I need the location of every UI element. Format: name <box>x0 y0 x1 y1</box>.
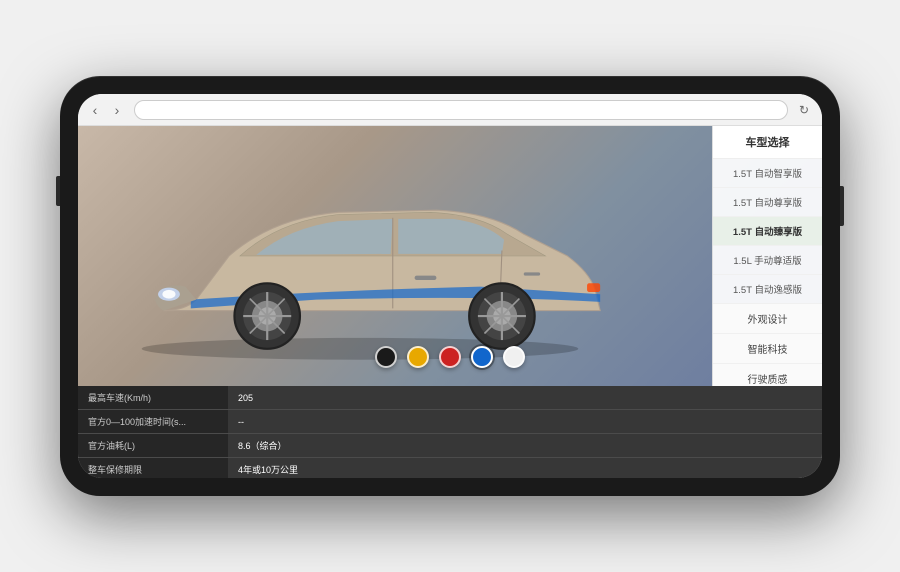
color-blue[interactable] <box>471 346 493 368</box>
browser-nav: ‹ › <box>86 101 126 119</box>
color-white[interactable] <box>503 346 525 368</box>
model-item-2[interactable]: 1.5T 自动臻享版 <box>713 217 822 246</box>
spec-value-1: -- <box>228 412 822 432</box>
spec-row-3: 整车保修期限 4年或10万公里 <box>78 458 822 478</box>
content-area: 车型选择 1.5T 自动智享版 1.5T 自动尊享版 1.5T 自动臻享版 1.… <box>78 126 822 478</box>
refresh-button[interactable]: ↻ <box>794 100 814 120</box>
color-swatches <box>375 346 525 368</box>
model-item-4[interactable]: 1.5T 自动逸感版 <box>713 275 822 304</box>
color-red[interactable] <box>439 346 461 368</box>
browser-chrome: ‹ › ↻ <box>78 94 822 126</box>
specs-area: 最高车速(Km/h) 205 官方0—100加速时间(s... -- 官方油耗(… <box>78 386 822 478</box>
spec-value-0: 205 <box>228 388 822 408</box>
model-selector-panel: 车型选择 1.5T 自动智享版 1.5T 自动尊享版 1.5T 自动臻享版 1.… <box>712 126 822 386</box>
phone-wrapper: ‹ › ↻ <box>60 26 840 546</box>
color-black[interactable] <box>375 346 397 368</box>
forward-button[interactable]: › <box>108 101 126 119</box>
section-tech[interactable]: 智能科技 <box>713 334 822 364</box>
model-item-0[interactable]: 1.5T 自动智享版 <box>713 159 822 188</box>
back-button[interactable]: ‹ <box>86 101 104 119</box>
spec-value-2: 8.6（综合） <box>228 434 822 457</box>
model-item-3[interactable]: 1.5L 手动尊适版 <box>713 246 822 275</box>
volume-button[interactable] <box>56 176 60 206</box>
spec-row-0: 最高车速(Km/h) 205 <box>78 386 822 410</box>
spec-label-0: 最高车速(Km/h) <box>78 386 228 409</box>
section-driving[interactable]: 行驶质感 <box>713 364 822 386</box>
power-button[interactable] <box>840 186 844 226</box>
spec-value-3: 4年或10万公里 <box>228 458 822 478</box>
section-exterior[interactable]: 外观设计 <box>713 304 822 334</box>
spec-row-1: 官方0—100加速时间(s... -- <box>78 410 822 434</box>
spec-label-1: 官方0—100加速时间(s... <box>78 410 228 433</box>
spec-label-2: 官方油耗(L) <box>78 434 228 457</box>
car-image <box>98 146 622 366</box>
screen: ‹ › ↻ <box>78 94 822 478</box>
spec-row-2: 官方油耗(L) 8.6（综合） <box>78 434 822 458</box>
model-item-1[interactable]: 1.5T 自动尊享版 <box>713 188 822 217</box>
panel-title: 车型选择 <box>713 126 822 159</box>
phone-body: ‹ › ↻ <box>60 76 840 496</box>
car-showcase: 车型选择 1.5T 自动智享版 1.5T 自动尊享版 1.5T 自动臻享版 1.… <box>78 126 822 386</box>
address-bar[interactable] <box>134 100 788 120</box>
spec-label-3: 整车保修期限 <box>78 458 228 478</box>
color-yellow[interactable] <box>407 346 429 368</box>
